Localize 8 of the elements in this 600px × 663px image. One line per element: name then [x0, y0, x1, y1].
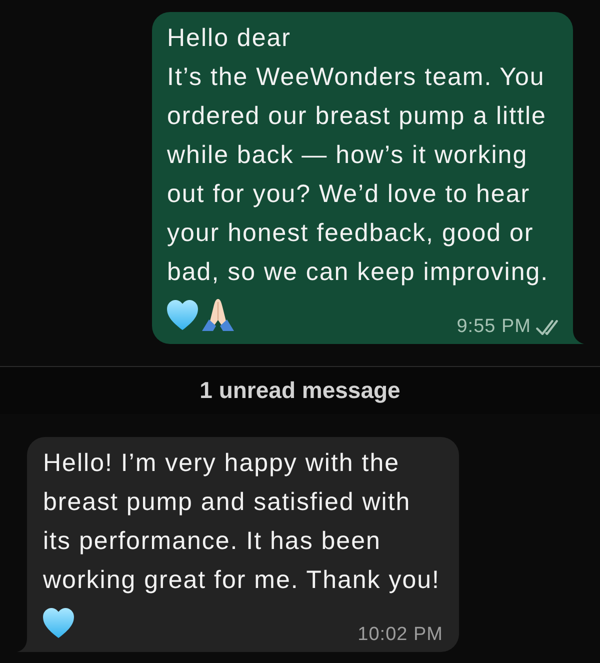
- heart-icon: [167, 300, 198, 330]
- unread-count-label: 1 unread message: [200, 376, 400, 406]
- message-time: 10:02 PM: [358, 624, 443, 646]
- message-time: 9:55 PM: [456, 316, 531, 338]
- praying-hands-icon: [201, 298, 235, 332]
- message-text: Hello dear It’s the WeeWonders team. You ordered our breast pump a little while back — how’s it working out for you? We’d love to hear your honest feedback, good or bad, so we can keep improving.: [167, 23, 550, 288]
- heart-icon: [43, 608, 74, 638]
- message-text: Hello! I’m very happy with the breast pump and satisfied with its performance. It has been working great for me. Thank you!: [43, 448, 441, 596]
